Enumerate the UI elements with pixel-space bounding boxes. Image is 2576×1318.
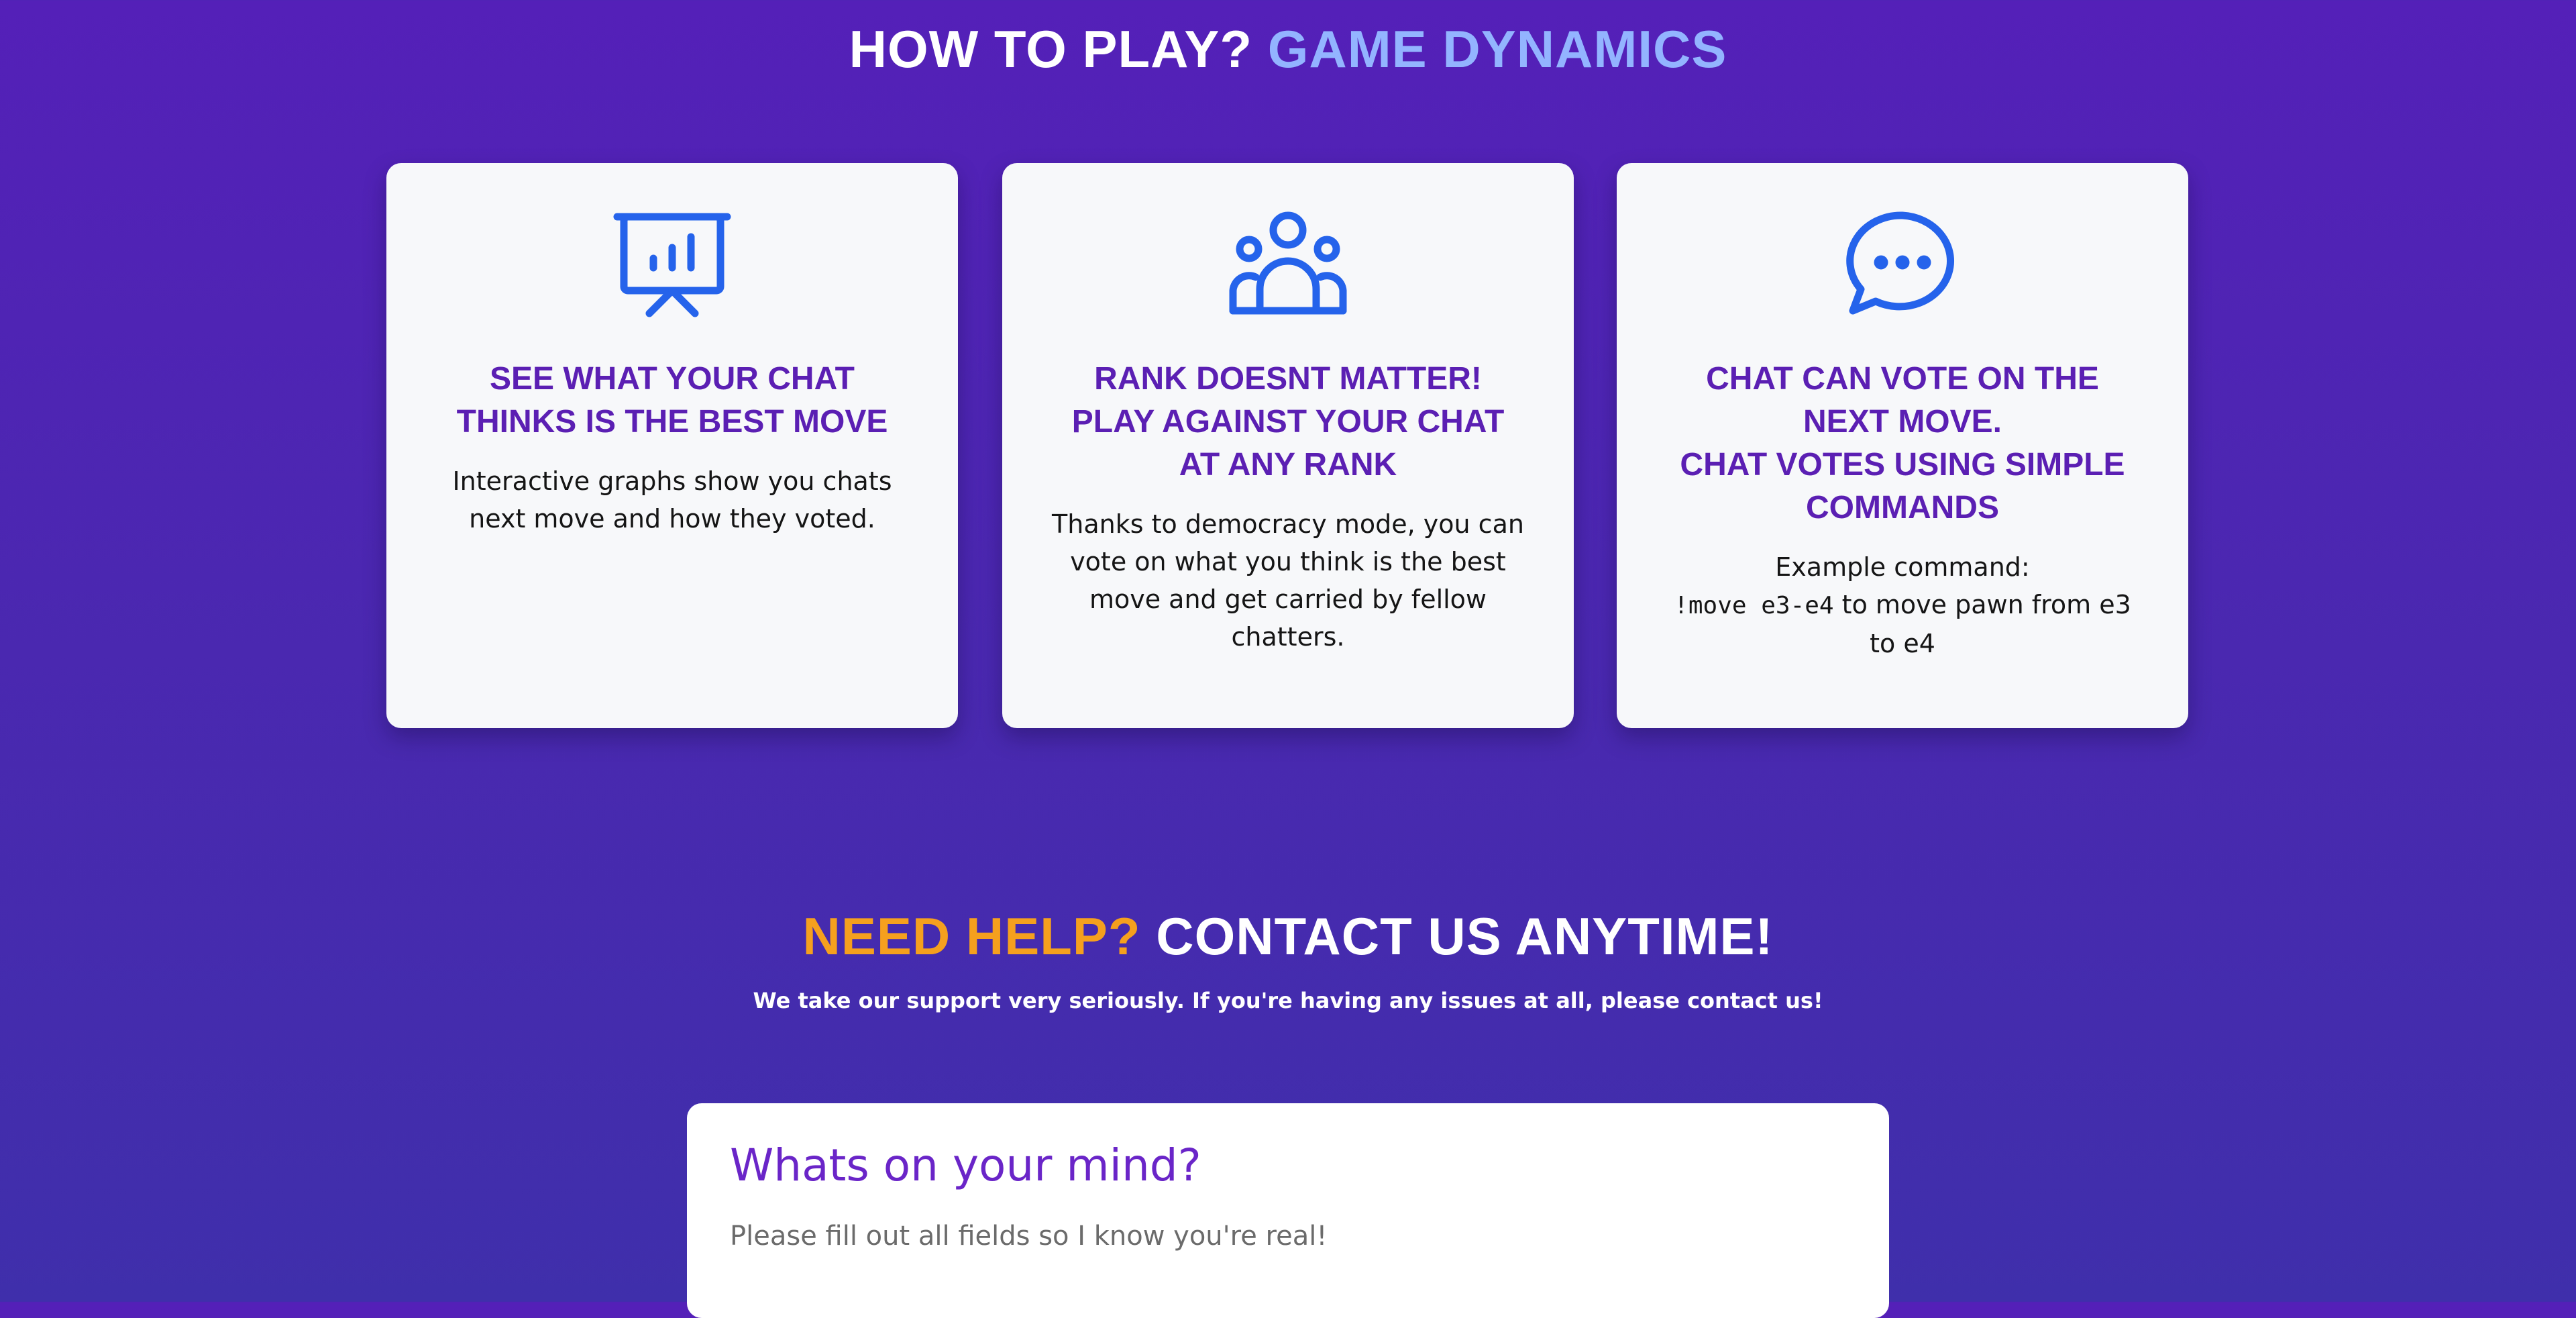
contact-form-title: Whats on your mind?	[730, 1139, 1201, 1191]
contact-form-subtitle: Please fill out all fields so I know you…	[730, 1221, 1328, 1252]
card-description: Example command: !move e3-e4 to move paw…	[1664, 548, 2141, 662]
feature-card-voting: CHAT CAN VOTE ON THE NEXT MOVE. CHAT VOT…	[1617, 163, 2188, 728]
presentation-chart-icon	[612, 210, 733, 317]
help-title-main: CONTACT US ANYTIME!	[1156, 907, 1774, 966]
help-subtitle: We take our support very seriously. If y…	[753, 988, 1823, 1013]
how-to-play-title-main: HOW TO PLAY?	[849, 19, 1253, 79]
card-description: Thanks to democracy mode, you can vote o…	[1052, 509, 1524, 652]
card-title: CHAT CAN VOTE ON THE NEXT MOVE. CHAT VOT…	[1680, 361, 2125, 525]
how-to-play-title-accent: GAME DYNAMICS	[1267, 19, 1727, 79]
feature-card-rank: RANK DOESNT MATTER! PLAY AGAINST YOUR CH…	[1002, 163, 1574, 728]
contact-form-card: Whats on your mind? Please fill out all …	[687, 1103, 1889, 1318]
help-title-accent: NEED HELP?	[802, 907, 1141, 966]
feature-card-graphs: SEE WHAT YOUR CHAT THINKS IS THE BEST MO…	[386, 163, 958, 728]
card-description: Interactive graphs show you chats next m…	[452, 466, 892, 534]
users-group-icon	[1228, 210, 1348, 317]
chat-bubble-icon	[1842, 210, 1963, 317]
example-command-description: to move pawn from e3 to e4	[1833, 590, 2131, 658]
how-to-play-heading: HOW TO PLAY? GAME DYNAMICS	[0, 19, 2576, 80]
help-heading: NEED HELP? CONTACT US ANYTIME!	[0, 906, 2576, 967]
card-title: SEE WHAT YOUR CHAT THINKS IS THE BEST MO…	[456, 361, 888, 440]
example-command-code: !move e3-e4	[1674, 592, 1834, 619]
card-title: RANK DOESNT MATTER! PLAY AGAINST YOUR CH…	[1071, 361, 1505, 483]
example-command-label: Example command:	[1775, 552, 2030, 582]
